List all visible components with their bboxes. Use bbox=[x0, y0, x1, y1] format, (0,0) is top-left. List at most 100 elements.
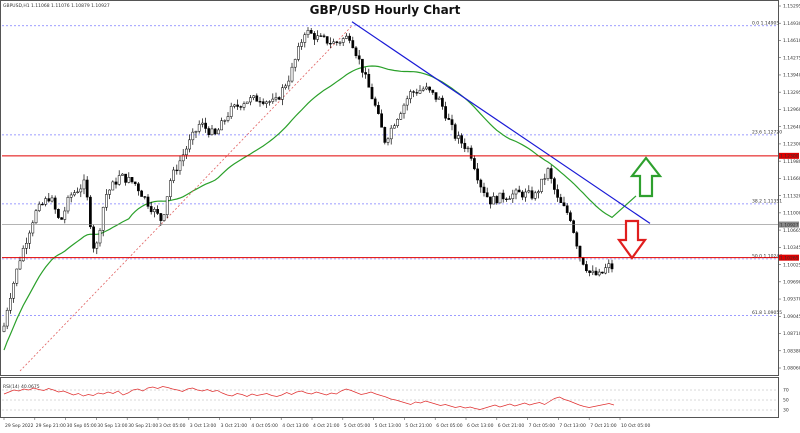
candle-body bbox=[572, 220, 575, 233]
candle-body bbox=[223, 120, 227, 122]
candle bbox=[498, 192, 502, 204]
time-tick-label: 6 Oct 05:00 bbox=[436, 423, 463, 429]
price-tick-label: 1.12640 bbox=[783, 124, 800, 130]
candle-body bbox=[5, 310, 9, 327]
candle-body bbox=[345, 35, 348, 39]
candle-body bbox=[236, 104, 239, 107]
candle-body bbox=[357, 55, 361, 60]
price-tick-label: 1.14610 bbox=[783, 38, 800, 44]
candle-body bbox=[12, 282, 15, 299]
candle-body bbox=[485, 192, 489, 198]
candle-body bbox=[265, 101, 268, 104]
candle-body bbox=[546, 168, 550, 179]
price-tick-label: 1.15295 bbox=[783, 4, 800, 10]
candle-body bbox=[313, 33, 316, 40]
candle-body bbox=[229, 106, 233, 117]
candle-body bbox=[565, 205, 569, 213]
candle-body bbox=[450, 119, 454, 125]
candle-body bbox=[290, 66, 294, 82]
time-tick-label: 3 Oct 05:00 bbox=[159, 423, 186, 429]
candle bbox=[5, 307, 9, 330]
candle-body bbox=[489, 196, 492, 205]
candle-body bbox=[543, 178, 547, 180]
candle-body bbox=[284, 85, 287, 88]
candle-body bbox=[133, 181, 137, 185]
rsi-level-label: 70 bbox=[783, 388, 789, 394]
candle bbox=[581, 256, 585, 266]
candle-body bbox=[178, 160, 182, 171]
candle-body bbox=[581, 257, 585, 265]
time-tick-label: 10 Oct 05:00 bbox=[621, 423, 650, 429]
candle-body bbox=[2, 325, 6, 332]
time-tick-label: 30 Sep 13:00 bbox=[97, 423, 127, 429]
candle-body bbox=[140, 190, 143, 197]
price-tick-label: 1.14275 bbox=[783, 55, 800, 61]
candle-body bbox=[165, 196, 169, 215]
candle-body bbox=[117, 175, 121, 185]
candle-body bbox=[137, 183, 140, 192]
time-tick-label: 6 Oct 13:00 bbox=[467, 423, 494, 429]
candle-body bbox=[297, 46, 300, 60]
candle bbox=[169, 178, 172, 200]
candle-body bbox=[453, 124, 457, 139]
candle-body bbox=[220, 120, 223, 131]
candle-body bbox=[447, 117, 451, 120]
time-tick-label: 30 Sep 21:00 bbox=[128, 423, 158, 429]
time-tick-label: 5 Oct 13:00 bbox=[375, 423, 402, 429]
candle-body bbox=[421, 88, 425, 91]
time-tick-label: 7 Oct 05:00 bbox=[529, 423, 556, 429]
candle-body bbox=[261, 101, 265, 104]
candle-body bbox=[143, 196, 147, 198]
candle-body bbox=[383, 127, 387, 143]
time-tick-label: 6 Oct 21:00 bbox=[498, 423, 525, 429]
candle-body bbox=[130, 177, 134, 183]
candle-body bbox=[188, 139, 191, 150]
candle-body bbox=[498, 192, 502, 204]
price-tick-label: 1.11660 bbox=[783, 176, 800, 182]
candle-body bbox=[329, 43, 332, 45]
time-tick-label: 30 Sep 05:00 bbox=[67, 423, 97, 429]
candle bbox=[572, 219, 575, 234]
time-tick-label: 4 Oct 05:00 bbox=[251, 423, 278, 429]
price-tick-label: 1.09045 bbox=[783, 314, 800, 320]
candle-body bbox=[92, 226, 95, 249]
candle-body bbox=[47, 198, 51, 202]
candle-body bbox=[604, 267, 607, 274]
candle-body bbox=[492, 196, 495, 205]
price-tick-label: 1.12960 bbox=[783, 107, 800, 113]
candle-body bbox=[44, 198, 47, 205]
candle-body bbox=[428, 86, 431, 91]
time-tick-label: 7 Oct 13:00 bbox=[559, 423, 586, 429]
candle bbox=[92, 224, 95, 253]
candle-body bbox=[508, 198, 511, 200]
time-tick-label: 3 Oct 13:00 bbox=[190, 423, 217, 429]
candle-body bbox=[9, 297, 12, 311]
candle bbox=[575, 230, 579, 250]
candle-body bbox=[585, 264, 588, 272]
candle-body bbox=[501, 192, 505, 200]
candle-body bbox=[441, 97, 444, 107]
candle-body bbox=[361, 58, 364, 73]
candle-body bbox=[169, 180, 172, 197]
candle-body bbox=[367, 73, 371, 88]
candle-body bbox=[95, 242, 99, 249]
candle-body bbox=[191, 131, 195, 141]
candle-body bbox=[239, 106, 243, 108]
candle-body bbox=[370, 87, 374, 100]
candle-body bbox=[431, 89, 435, 93]
candle-body bbox=[281, 87, 284, 100]
candle-body bbox=[124, 173, 127, 183]
candle-body bbox=[111, 181, 115, 191]
candle-body bbox=[252, 95, 255, 98]
candle-body bbox=[21, 248, 25, 262]
candle-body bbox=[255, 95, 259, 102]
candle-body bbox=[537, 191, 540, 194]
rsi-level-label: 50 bbox=[783, 398, 789, 404]
candle-body bbox=[402, 104, 406, 114]
candle-body bbox=[172, 169, 175, 181]
candle-body bbox=[476, 168, 479, 181]
candle-body bbox=[114, 181, 118, 185]
candle-body bbox=[463, 142, 467, 149]
candle-body bbox=[457, 135, 460, 139]
time-tick-label: 7 Oct 21:00 bbox=[590, 423, 617, 429]
